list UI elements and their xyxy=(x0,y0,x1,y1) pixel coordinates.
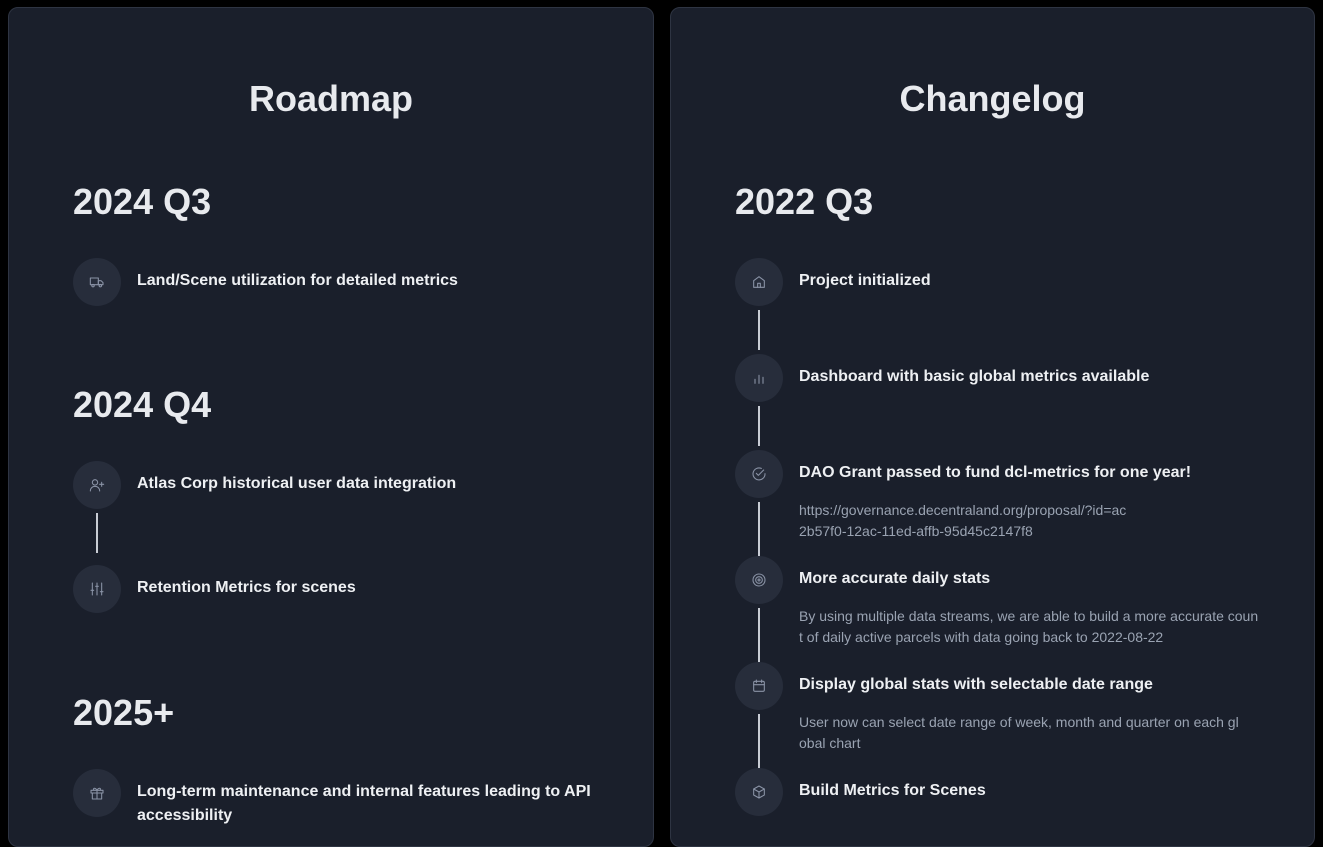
user-plus-icon xyxy=(73,461,121,509)
changelog-item-title: Build Metrics for Scenes xyxy=(799,782,986,799)
changelog-title: Changelog xyxy=(899,78,1086,119)
timeline-connector xyxy=(758,714,760,770)
box-icon xyxy=(735,768,783,816)
roadmap-item-title: Land/Scene utilization for detailed metr… xyxy=(137,272,458,289)
roadmap-item-title: Atlas Corp historical user data integrat… xyxy=(137,475,457,492)
gift-icon xyxy=(73,769,121,817)
changelog-item-description: User now can select date range of week, … xyxy=(799,714,1239,751)
timeline-connector xyxy=(758,502,760,558)
changelog-item-title: Dashboard with basic global metrics avai… xyxy=(799,368,1150,385)
home-icon xyxy=(735,258,783,306)
check-circle-icon xyxy=(735,450,783,498)
bar-chart-icon xyxy=(735,354,783,402)
changelog-item-title: DAO Grant passed to fund dcl-metrics for… xyxy=(799,464,1192,481)
truck-icon xyxy=(73,258,121,306)
timeline-connector xyxy=(96,513,98,553)
changelog-item-title: Project initialized xyxy=(799,272,931,289)
timeline-connector xyxy=(758,608,760,664)
roadmap-panel: Roadmap 2024 Q3 Land/Scene utilization f… xyxy=(8,7,654,847)
changelog-item-title: Display global stats with selectable dat… xyxy=(799,676,1153,693)
calendar-icon xyxy=(735,662,783,710)
roadmap-item-title: Retention Metrics for scenes xyxy=(137,579,356,596)
timeline-connector xyxy=(758,310,760,350)
roadmap-section-heading: 2024 Q3 xyxy=(73,181,212,222)
changelog-item-description: https://governance.decentraland.org/prop… xyxy=(799,502,1127,539)
target-icon xyxy=(735,556,783,604)
changelog-item-title: More accurate daily stats xyxy=(799,570,991,587)
timeline-connector xyxy=(758,406,760,446)
changelog-section-heading: 2022 Q3 xyxy=(735,181,874,222)
changelog-item-description: By using multiple data streams, we are a… xyxy=(799,608,1259,645)
sliders-icon xyxy=(73,565,121,613)
roadmap-section-heading: 2025+ xyxy=(73,692,175,733)
roadmap-item-title: Long-term maintenance and internal featu… xyxy=(137,783,591,824)
roadmap-section-heading: 2024 Q4 xyxy=(73,384,212,425)
changelog-panel: Changelog 2022 Q3 Project initialized Da… xyxy=(670,7,1315,847)
roadmap-title: Roadmap xyxy=(248,78,414,119)
